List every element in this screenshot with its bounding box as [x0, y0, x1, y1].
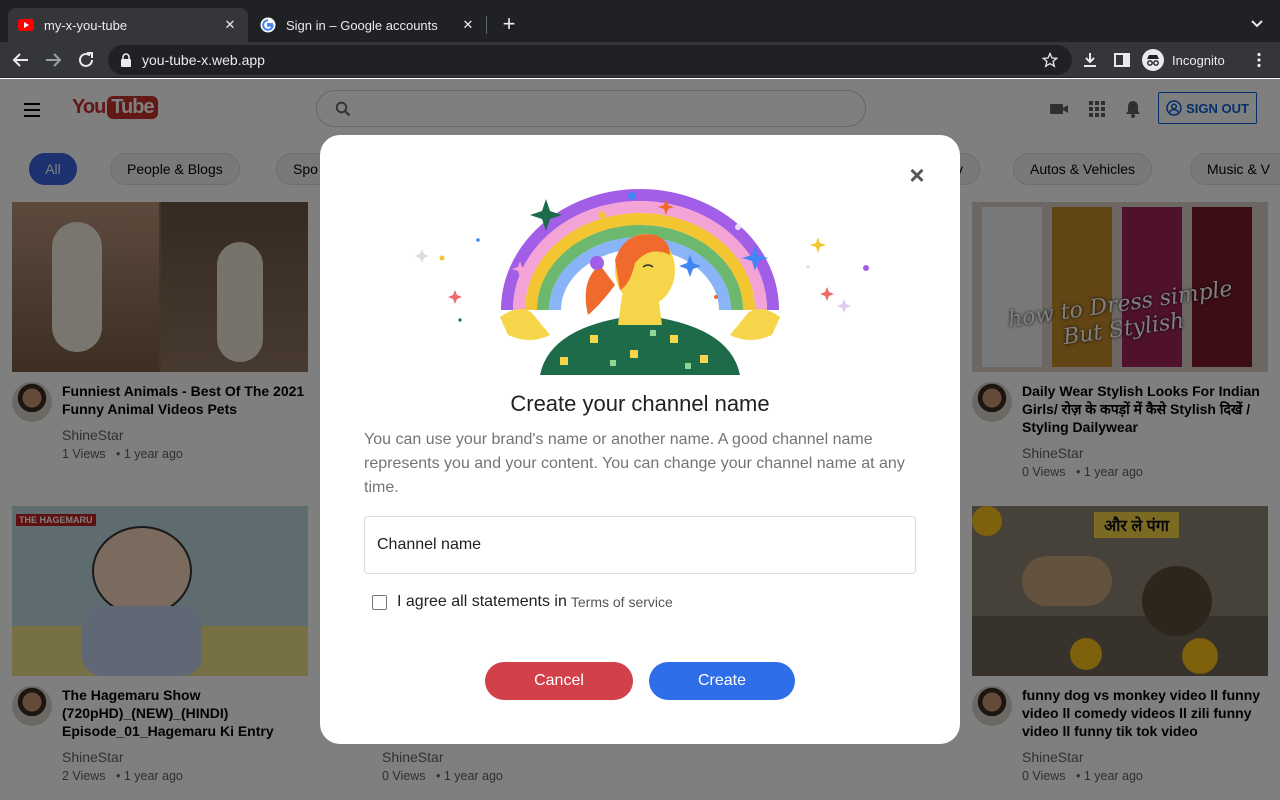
- terms-of-service-link[interactable]: Terms of service: [571, 594, 673, 610]
- terms-agreement: I agree all statements in Terms of servi…: [372, 593, 673, 611]
- incognito-icon: [1142, 49, 1164, 71]
- url-text: you-tube-x.web.app: [142, 52, 265, 68]
- close-icon[interactable]: ×: [906, 162, 928, 188]
- youtube-icon: [18, 17, 34, 33]
- star-icon[interactable]: [1042, 52, 1058, 68]
- forward-icon[interactable]: [42, 49, 64, 71]
- dialog-title: Create your channel name: [510, 391, 770, 416]
- rainbow-illustration: [415, 189, 869, 375]
- create-button[interactable]: Create: [649, 662, 795, 700]
- cancel-button[interactable]: Cancel: [485, 662, 633, 700]
- side-panel-icon[interactable]: [1113, 51, 1131, 69]
- agree-checkbox[interactable]: [372, 594, 387, 610]
- google-icon: [260, 17, 276, 33]
- browser-toolbar: you-tube-x.web.app Incognito: [0, 42, 1280, 78]
- back-icon[interactable]: [10, 49, 32, 71]
- chevron-down-icon[interactable]: [1248, 14, 1266, 32]
- tab-my-x-you-tube[interactable]: my-x-you-tube ✕: [8, 8, 248, 42]
- tab-separator: [486, 16, 487, 34]
- incognito-indicator[interactable]: Incognito: [1142, 47, 1225, 73]
- lock-icon: [120, 53, 134, 67]
- reload-icon[interactable]: [75, 49, 97, 71]
- new-tab-icon[interactable]: +: [498, 11, 520, 36]
- close-tab-icon[interactable]: ✕: [460, 17, 476, 33]
- profile-label: Incognito: [1172, 52, 1225, 68]
- download-icon[interactable]: [1081, 51, 1099, 69]
- tab-title: Sign in – Google accounts: [286, 17, 438, 33]
- channel-name-input[interactable]: [364, 516, 916, 574]
- tab-google-signin[interactable]: Sign in – Google accounts ✕: [250, 8, 486, 42]
- tab-title: my-x-you-tube: [44, 17, 128, 33]
- address-bar[interactable]: you-tube-x.web.app: [108, 45, 1072, 75]
- create-channel-dialog: × Create your channel name You can use y…: [320, 135, 960, 744]
- dialog-description: You can use your brand's name or another…: [364, 431, 905, 496]
- more-options-icon[interactable]: [1250, 51, 1268, 69]
- close-tab-icon[interactable]: ✕: [222, 17, 238, 33]
- agree-text: I agree all statements in: [397, 593, 567, 610]
- browser-tabbar: my-x-you-tube ✕ Sign in – Google account…: [0, 0, 1280, 42]
